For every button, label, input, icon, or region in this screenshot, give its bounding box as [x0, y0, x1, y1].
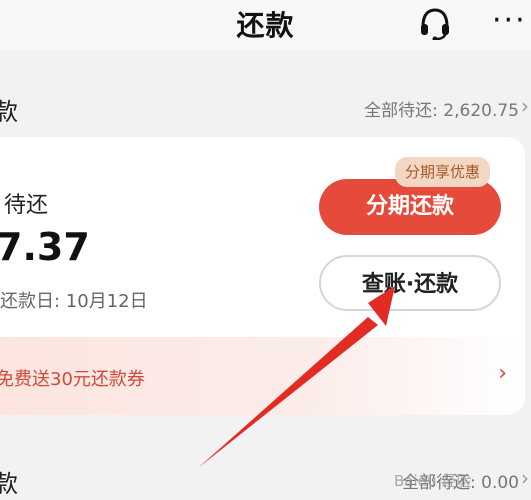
total-pending-link[interactable]: 全部待还: 2,620.75: [364, 96, 519, 121]
total-pending-text: 全部待还: 2,620.75: [364, 101, 519, 121]
installment-promo-badge: 分期享优惠: [395, 157, 491, 187]
chevron-right-icon[interactable]: ›: [521, 94, 529, 118]
installment-repay-button[interactable]: 分期还款: [319, 179, 501, 235]
section-header-1: 款 全部待还: 2,620.75 ›: [0, 88, 531, 128]
more-icon[interactable]: ···: [492, 6, 531, 40]
chevron-right-icon[interactable]: ›: [521, 466, 529, 490]
coupon-promo-strip[interactable]: 免费送30元还款券 ›: [0, 337, 525, 415]
repayment-card: 待还 7.37 还款日: 10月12日 分期还款 分期享优惠 查账·还款 免费送…: [0, 137, 525, 415]
due-date: 还款日: 10月12日: [0, 291, 148, 312]
chevron-right-icon[interactable]: ›: [498, 361, 507, 386]
section-title-fragment: 款: [0, 470, 18, 498]
top-bar: 还款 ···: [0, 0, 531, 50]
due-label: 待还: [4, 193, 49, 218]
watermark-text: Baidu 经验: [394, 472, 472, 490]
headset-icon[interactable]: [416, 6, 454, 42]
check-bill-repay-button[interactable]: 查账·还款: [319, 255, 501, 311]
coupon-promo-text: 免费送30元还款券: [0, 369, 145, 390]
section-title-fragment: 款: [0, 98, 18, 126]
due-amount: 7.37: [0, 225, 90, 269]
